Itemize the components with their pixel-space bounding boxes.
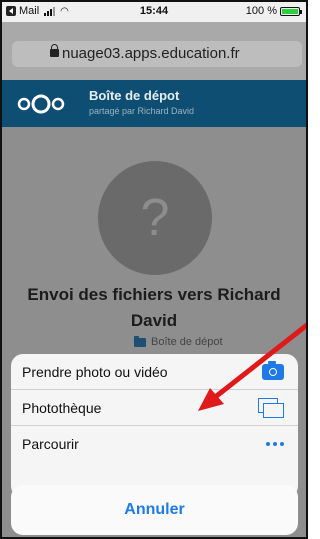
more-dots-icon	[266, 442, 284, 446]
nextcloud-logo-icon	[17, 94, 65, 114]
photo-library-icon	[258, 397, 284, 418]
battery-label: 100 %	[245, 5, 277, 17]
folder-icon	[134, 335, 146, 347]
battery-icon	[280, 6, 302, 16]
take-photo-label: Prendre photo ou vidéo	[22, 363, 168, 380]
lock-icon	[50, 44, 59, 57]
photo-library-label: Photothèque	[22, 399, 102, 416]
browse-option[interactable]: Parcourir	[11, 426, 298, 462]
app-header: Boîte de dépot partagé par Richard David	[2, 80, 306, 127]
browser-url-bar: nuage03.apps.education.fr	[2, 22, 306, 80]
url-text: nuage03.apps.education.fr	[62, 45, 240, 62]
avatar: ?	[98, 161, 212, 275]
drop-folder-label: Boîte de dépot	[134, 335, 223, 348]
drop-folder-text: Boîte de dépot	[151, 336, 223, 348]
share-subtitle: partagé par Richard David	[89, 106, 195, 116]
action-sheet: Prendre photo ou vidéo Photothèque Parco…	[11, 354, 298, 498]
take-photo-option[interactable]: Prendre photo ou vidéo	[11, 354, 298, 390]
browse-label: Parcourir	[22, 436, 79, 452]
upload-heading: Envoi des fichiers vers Richard David	[27, 285, 281, 330]
url-field[interactable]: nuage03.apps.education.fr	[12, 41, 302, 67]
cancel-button[interactable]: Annuler	[11, 485, 298, 535]
phone-screen: Mail ◠ 15:44 100 % nuage03.apps.educatio…	[0, 0, 308, 539]
share-title: Boîte de dépot	[89, 88, 180, 103]
camera-icon	[262, 360, 284, 380]
photo-library-option[interactable]: Photothèque	[11, 390, 298, 426]
status-bar: Mail ◠ 15:44 100 %	[2, 2, 306, 22]
